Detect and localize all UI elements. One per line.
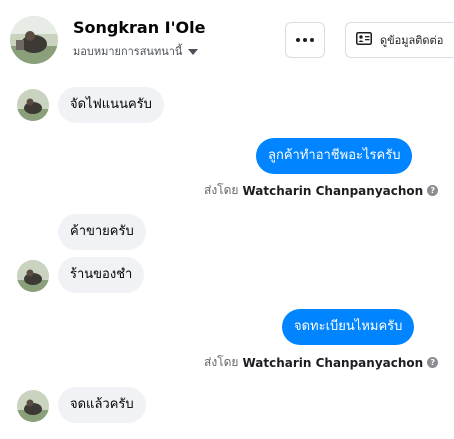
message-bubble-incoming: จดแล้วครับ — [58, 387, 146, 423]
avatar — [17, 89, 49, 121]
assign-conversation-dropdown[interactable]: มอบหมายการสนทนานี้ — [73, 42, 199, 60]
sent-by-label: ส่งโดย Watcharin Chanpanyachon ? — [204, 181, 439, 200]
question-icon[interactable]: ? — [427, 185, 439, 196]
message-bubble-incoming: จัดไฟแนนครับ — [58, 87, 164, 123]
message-bubble-incoming: ร้านของชำ — [58, 257, 145, 293]
message-bubble-incoming: ค้าขายครับ — [58, 214, 146, 250]
contact-card-icon — [356, 32, 372, 48]
agent-name[interactable]: Watcharin Chanpanyachon — [242, 184, 423, 198]
contact-name: Songkran I'Ole — [73, 18, 206, 37]
agent-name[interactable]: Watcharin Chanpanyachon — [242, 356, 423, 370]
more-options-button[interactable] — [285, 22, 325, 58]
caret-down-icon — [188, 48, 199, 55]
avatar — [17, 390, 49, 422]
more-dots-icon — [296, 38, 300, 42]
assign-conversation-label: มอบหมายการสนทนานี้ — [73, 45, 183, 58]
avatar[interactable] — [10, 16, 58, 64]
view-contact-info-label: ดูข้อมูลติดต่อ — [380, 34, 444, 47]
message-bubble-outgoing: จดทะเบียนไหมครับ — [282, 309, 415, 345]
message-bubble-outgoing: ลูกค้าทำอาชีพอะไรครับ — [256, 138, 413, 174]
question-icon[interactable]: ? — [427, 357, 439, 368]
conversation-header: Songkran I'Ole มอบหมายการสนทนานี้ ดูข้อม… — [0, 0, 454, 80]
view-contact-info-button[interactable]: ดูข้อมูลติดต่อ — [345, 22, 454, 58]
sent-by-label: ส่งโดย Watcharin Chanpanyachon ? — [204, 353, 439, 372]
avatar — [17, 260, 49, 292]
